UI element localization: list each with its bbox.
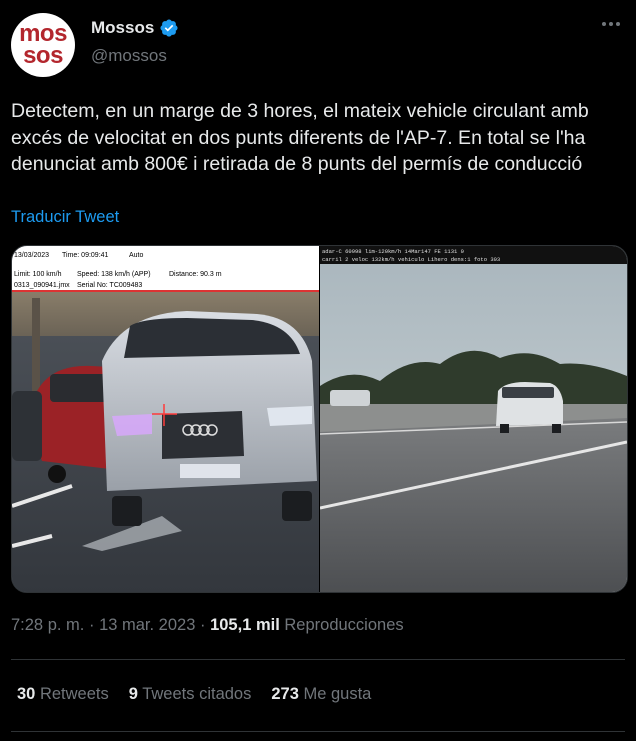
quotes-count: 9	[128, 685, 138, 703]
retweets-stat[interactable]: 30 Retweets	[17, 685, 109, 704]
overlay-line-2: carril 2 veloc 132km/h vehiculo Lihero d…	[322, 256, 500, 263]
overlay-mode: Auto	[129, 252, 144, 259]
more-options-icon[interactable]	[602, 22, 624, 32]
retweets-count: 30	[17, 685, 36, 703]
overlay-speed: Speed: 138 km/h (APP)	[77, 271, 151, 278]
tweet-date[interactable]: 13 mar. 2023	[99, 616, 195, 634]
overlay-serial: Serial No: TC009483	[77, 282, 142, 289]
retweets-label: Retweets	[39, 685, 109, 703]
engagement-stats: 30 Retweets 9 Tweets citados 273 Me gust…	[17, 685, 371, 704]
media-photo-left[interactable]: 13/03/2023 Time: 09:09:41 Auto Limit: 10…	[12, 246, 319, 592]
overlay-file: 0313_090941.jmx	[14, 282, 70, 289]
separator: ·	[199, 616, 206, 634]
divider	[11, 659, 625, 660]
tweet-timestamp-row: 7:28 p. m. · 13 mar. 2023 · 105,1 mil Re…	[11, 616, 404, 635]
author-display-name[interactable]: Mossos	[91, 18, 154, 38]
overlay-date: 13/03/2023	[14, 252, 49, 259]
quotes-label: Tweets citados	[142, 685, 252, 703]
divider	[11, 731, 625, 732]
likes-stat[interactable]: 273 Me gusta	[271, 685, 371, 704]
author-name-row[interactable]: Mossos	[91, 18, 179, 38]
likes-label: Me gusta	[303, 685, 372, 703]
author-handle[interactable]: @mossos	[91, 46, 167, 66]
overlay-line-1: adar-C 60998 lim-120km/h 14Mar147 FE 113…	[322, 248, 464, 255]
views-label: Reproducciones	[284, 616, 404, 634]
speed-camera-photo-right: adar-C 60998 lim-120km/h 14Mar147 FE 113…	[320, 246, 627, 592]
likes-count: 273	[271, 685, 299, 703]
overlay-time: Time: 09:09:41	[62, 252, 109, 259]
views-count: 105,1 mil	[210, 616, 280, 634]
tweet-text: Detectem, en un marge de 3 hores, el mat…	[11, 100, 589, 175]
avatar-logo-line-2: sos	[23, 42, 63, 69]
verified-badge-icon	[160, 19, 178, 37]
avatar[interactable]: mos sos	[11, 13, 75, 77]
quote-tweets-stat[interactable]: 9 Tweets citados	[129, 685, 252, 704]
media-photo-right[interactable]: adar-C 60998 lim-120km/h 14Mar147 FE 113…	[320, 246, 627, 592]
tweet-media[interactable]: 13/03/2023 Time: 09:09:41 Auto Limit: 10…	[11, 245, 628, 593]
overlay-distance: Distance: 90.3 m	[169, 271, 222, 278]
separator: ·	[88, 616, 95, 634]
translate-tweet-link[interactable]: Traducir Tweet	[11, 208, 119, 227]
speed-camera-photo-left: 13/03/2023 Time: 09:09:41 Auto Limit: 10…	[12, 246, 319, 592]
overlay-limit: Limit: 100 km/h	[14, 271, 62, 278]
tweet-time[interactable]: 7:28 p. m.	[11, 616, 84, 634]
